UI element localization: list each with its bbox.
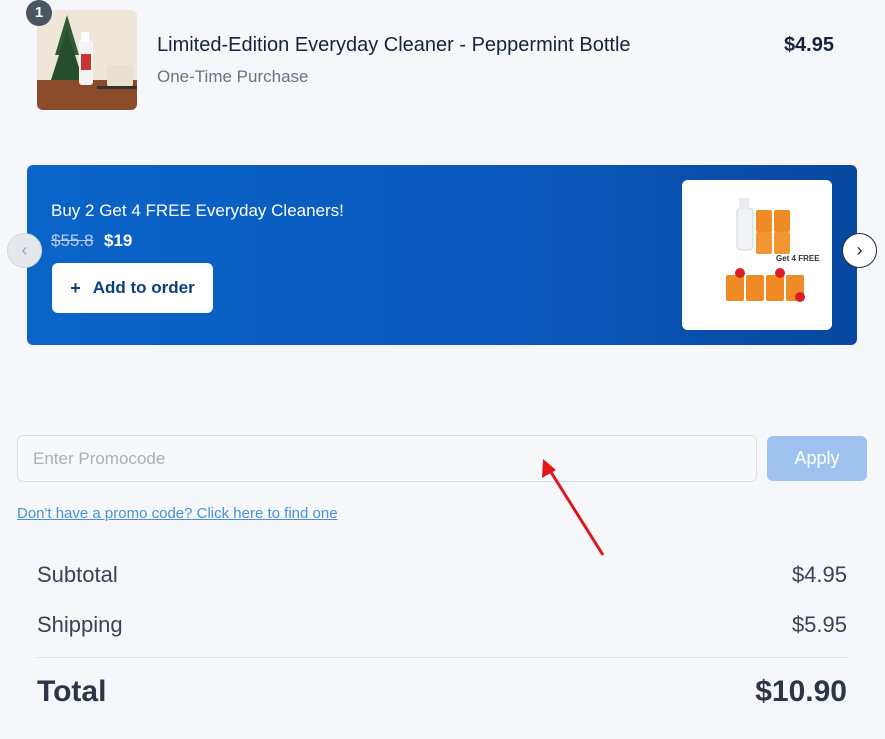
add-to-order-label: Add to order [92,278,195,297]
apply-button[interactable]: Apply [767,436,867,481]
chevron-left-icon: ‹ [21,240,28,260]
total-value: $10.90 [755,675,847,708]
carousel-prev-button[interactable]: ‹ [7,233,42,268]
total-label: Total [37,675,107,708]
cart-item: 1 Limited-Edition Everyday Cleaner - Pep… [0,0,885,120]
upsell-old-price: $55.8 [51,231,94,250]
carousel-next-button[interactable]: › [842,233,877,268]
upsell-title: Buy 2 Get 4 FREE Everyday Cleaners! [51,201,344,220]
upsell-image: Get 4 FREE [682,180,832,330]
product-title: Limited-Edition Everyday Cleaner - Peppe… [157,34,631,56]
product-image [37,10,137,110]
shipping-label: Shipping [37,612,123,637]
subtotal-label: Subtotal [37,562,118,587]
shipping-value: $5.95 [791,612,847,637]
promocode-input[interactable] [17,435,757,482]
purchase-type: One-Time Purchase [157,67,309,86]
subtotal-value: $4.95 [791,562,847,587]
find-promo-link[interactable]: Don't have a promo code? Click here to f… [17,505,338,522]
upsell-new-price: $19 [104,231,133,250]
summary-divider [37,657,847,658]
upsell-image-caption: Get 4 FREE [776,254,820,263]
upsell-card: Buy 2 Get 4 FREE Everyday Cleaners! $55.… [27,165,857,345]
chevron-right-icon: › [856,240,863,260]
product-price: $4.95 [783,34,834,56]
quantity-badge: 1 [26,0,52,26]
plus-icon: + [70,277,81,298]
add-to-order-button[interactable]: + Add to order [52,263,213,313]
